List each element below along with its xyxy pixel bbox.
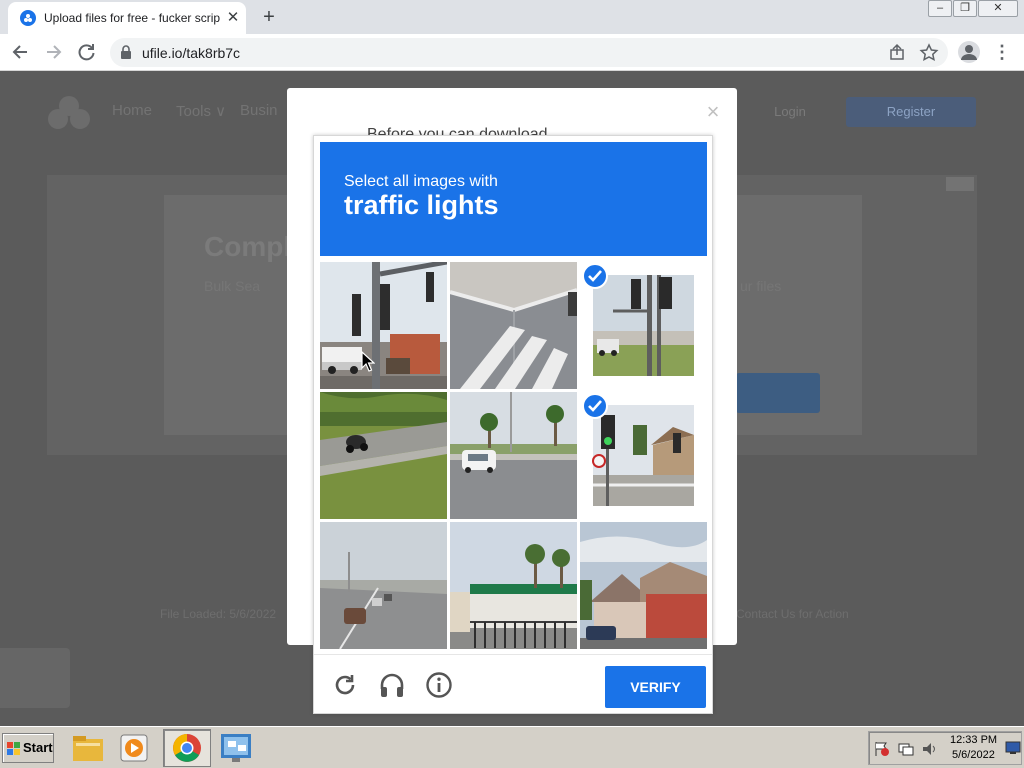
info-icon[interactable] <box>425 671 453 699</box>
lock-icon <box>121 45 131 59</box>
start-label: Start <box>23 740 53 755</box>
back-arrow-icon[interactable] <box>8 40 34 64</box>
download-button[interactable] <box>736 373 820 413</box>
captcha-tile-2[interactable] <box>450 262 577 389</box>
captcha-challenge: Select all images with traffic lights VE… <box>313 135 713 714</box>
address-bar[interactable]: ufile.io/tak8rb7c <box>110 38 948 67</box>
captcha-tile-8[interactable] <box>450 522 577 649</box>
clock-date: 5/6/2022 <box>952 749 995 761</box>
chrome-taskbar-button[interactable] <box>163 729 211 767</box>
login-button[interactable]: Login <box>748 97 832 127</box>
window-close-button[interactable]: ✕ <box>978 0 1018 17</box>
nav-business-link[interactable]: Busin <box>240 102 278 119</box>
network-icon[interactable] <box>897 741 915 757</box>
register-button[interactable]: Register <box>846 97 976 127</box>
ufile-logo-icon <box>48 96 90 129</box>
forward-arrow-icon[interactable] <box>40 40 66 64</box>
start-button[interactable]: Start <box>2 733 54 763</box>
ad-badge <box>946 177 974 191</box>
captcha-image-grid <box>320 262 707 649</box>
footer-left-text: File Loaded: 5/6/2022 <box>160 607 277 621</box>
windows-taskbar: Start 12:33 PM 5/6/2022 <box>0 726 1024 768</box>
share-icon[interactable] <box>886 42 908 64</box>
captcha-footer: VERIFY <box>314 654 712 714</box>
page-subtext-right: ur files <box>740 278 782 294</box>
system-tray <box>868 731 1022 765</box>
profile-avatar-icon[interactable] <box>958 41 980 63</box>
window-restore-button[interactable]: ❐ <box>953 0 977 17</box>
browser-tab-bar: Upload files for free - fucker scrip ✕ +… <box>0 0 1024 34</box>
captcha-prompt: Select all images with traffic lights <box>320 142 707 256</box>
network-app-icon[interactable] <box>218 731 254 765</box>
recaptcha-badge <box>0 648 70 708</box>
captcha-tile-6[interactable] <box>580 392 707 519</box>
reload-icon[interactable] <box>74 40 100 64</box>
chrome-icon <box>173 734 201 762</box>
page-heading: Compl <box>204 231 292 262</box>
page-subtext: Bulk Sea <box>204 278 261 294</box>
selected-check-icon <box>582 393 608 419</box>
captcha-tile-4[interactable] <box>320 392 447 519</box>
prompt-target: traffic lights <box>344 190 499 220</box>
action-center-flag-icon[interactable] <box>873 741 891 757</box>
captcha-tile-7[interactable] <box>320 522 447 649</box>
file-explorer-icon[interactable] <box>70 731 106 765</box>
audio-headphones-icon[interactable] <box>378 671 406 699</box>
captcha-tile-3[interactable] <box>580 262 707 389</box>
tab-title: Upload files for free - fucker scrip <box>44 11 221 25</box>
prompt-instruction: Select all images with <box>344 173 498 190</box>
selected-check-icon <box>582 263 608 289</box>
verify-button[interactable]: VERIFY <box>605 666 706 708</box>
show-desktop-icon[interactable] <box>1005 741 1021 755</box>
refresh-icon[interactable] <box>331 671 359 699</box>
url-text: ufile.io/tak8rb7c <box>142 45 241 61</box>
ufile-favicon-icon <box>20 10 36 26</box>
captcha-tile-1[interactable] <box>320 262 447 389</box>
clock-time: 12:33 PM <box>950 734 998 746</box>
media-player-icon[interactable] <box>116 731 152 765</box>
nav-home-link[interactable]: Home <box>112 102 152 119</box>
mouse-cursor-icon <box>361 351 375 372</box>
bookmark-star-icon[interactable] <box>918 42 940 64</box>
volume-icon[interactable] <box>921 741 939 757</box>
new-tab-button[interactable]: + <box>256 5 282 29</box>
captcha-tile-5[interactable] <box>450 392 577 519</box>
browser-tab[interactable]: Upload files for free - fucker scrip ✕ <box>8 2 246 34</box>
window-minimize-button[interactable]: – <box>928 0 952 17</box>
windows-flag-icon <box>7 742 20 755</box>
browser-menu-icon[interactable]: ⋮ <box>992 40 1012 64</box>
nav-tools-link[interactable]: Tools ∨ <box>176 102 226 120</box>
browser-toolbar: ufile.io/tak8rb7c ⋮ <box>0 34 1024 71</box>
tab-close-icon[interactable]: ✕ <box>224 9 242 27</box>
modal-close-icon[interactable]: × <box>701 100 725 124</box>
footer-right-text: Contact Us for Action <box>736 607 849 621</box>
captcha-tile-9[interactable] <box>580 522 707 649</box>
